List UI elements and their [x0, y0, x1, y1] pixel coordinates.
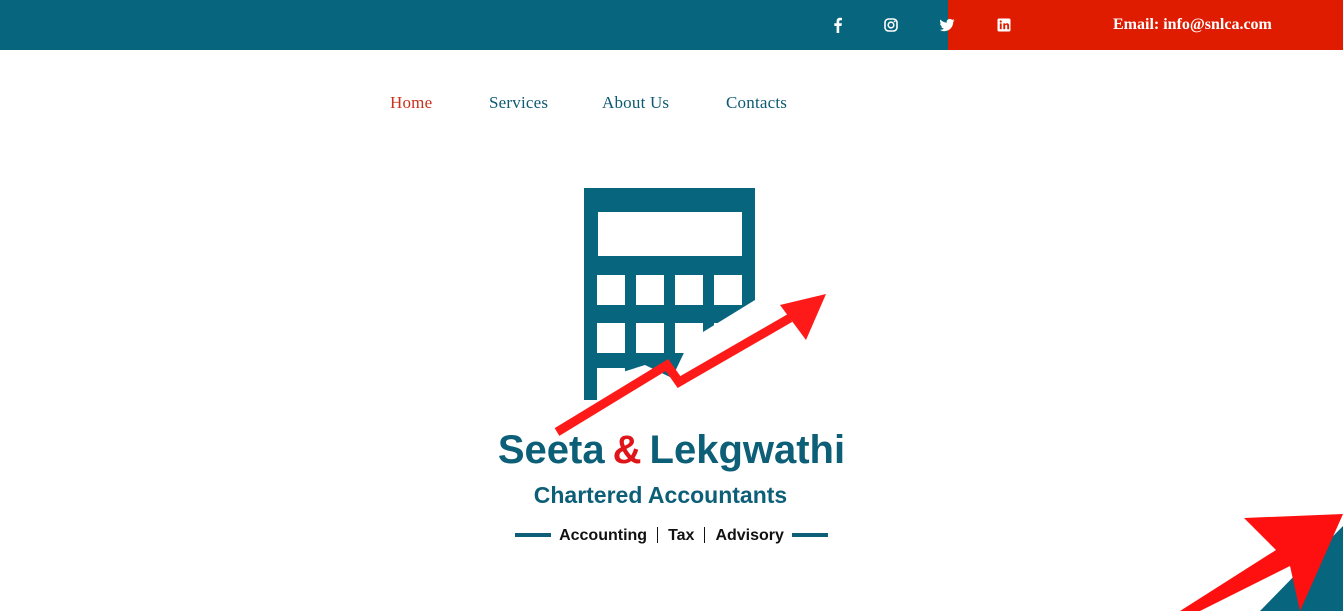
tagline-separator	[657, 526, 659, 543]
tagline-dash-right	[791, 532, 828, 537]
tagline-dash-left	[515, 532, 552, 537]
tagline-item-advisory: Advisory	[715, 527, 784, 544]
corner-arrow-decoration	[1180, 514, 1343, 611]
brand-ampersand: &	[612, 428, 642, 472]
brand-name-part1: Seeta	[497, 428, 605, 472]
brand-name-part2: Lekgwathi	[649, 428, 846, 472]
tagline-item-accounting: Accounting	[559, 527, 648, 544]
tagline-item-tax: Tax	[668, 527, 695, 544]
brand-subtitle: Chartered Accountants	[533, 482, 788, 508]
brand-name: Seeta & Lekgwathi	[0, 428, 1343, 473]
brand-tagline: Accounting Tax Advisory	[0, 526, 1343, 545]
tagline-separator	[704, 526, 706, 543]
logo-graphic	[554, 188, 826, 436]
